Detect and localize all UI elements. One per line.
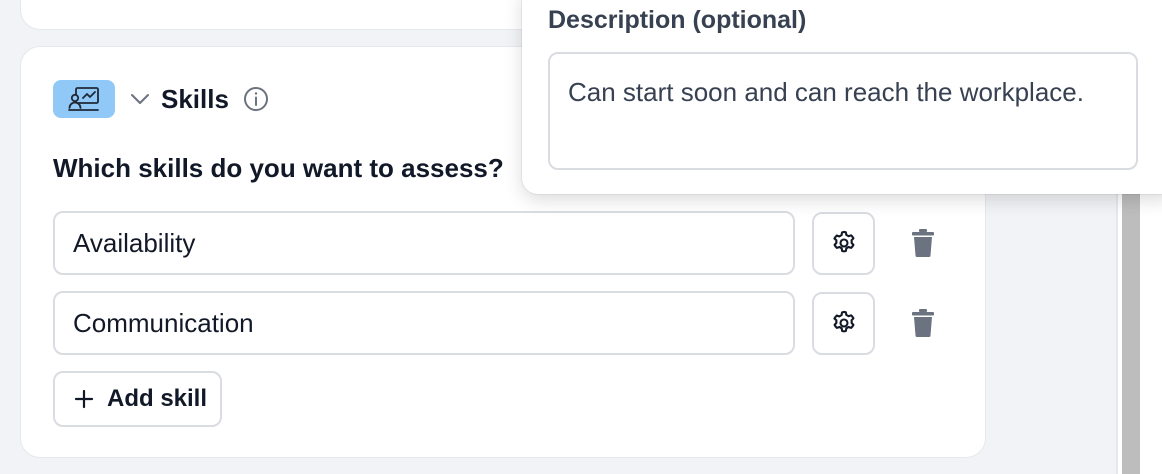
skill-name-input[interactable] (53, 211, 795, 275)
add-skill-button[interactable]: Add skill (53, 371, 222, 427)
gear-icon (832, 310, 854, 333)
skill-row-availability (53, 211, 953, 275)
skill-settings-button[interactable] (812, 291, 875, 355)
skill-delete-button[interactable] (893, 213, 953, 273)
skill-delete-button[interactable] (893, 293, 953, 353)
info-icon[interactable] (243, 86, 269, 112)
gear-icon (832, 230, 854, 253)
plus-icon (74, 389, 94, 409)
description-popover: Description (optional) Can start soon an… (522, 0, 1162, 194)
trash-icon (912, 309, 934, 337)
description-label: Description (optional) (548, 6, 807, 34)
trash-icon (912, 229, 934, 257)
skill-row-communication (53, 291, 953, 355)
skills-assessment-icon (53, 80, 115, 118)
scrollbar[interactable] (1122, 190, 1140, 474)
skill-name-input[interactable] (53, 291, 795, 355)
skills-section-header: Skills (53, 79, 269, 119)
skills-question: Which skills do you want to assess? (53, 153, 504, 183)
section-title: Skills (161, 83, 229, 114)
skill-settings-button[interactable] (812, 211, 875, 275)
description-textarea[interactable]: Can start soon and can reach the workpla… (548, 52, 1138, 170)
add-skill-label: Add skill (107, 385, 208, 412)
chevron-down-icon[interactable] (127, 86, 153, 112)
